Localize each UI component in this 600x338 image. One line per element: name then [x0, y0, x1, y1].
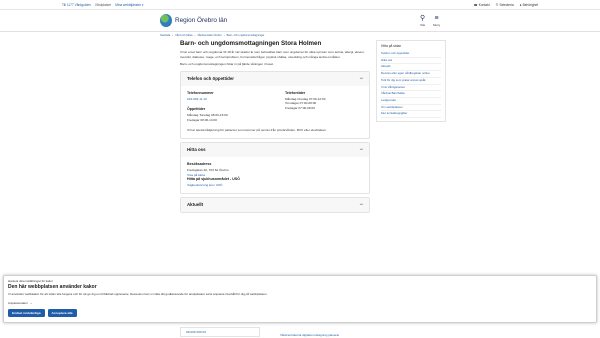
topbar-links: Till 1177 Vårdguiden Vårdplatser Mina we…	[62, 3, 144, 7]
list-icon: ☰	[495, 2, 499, 7]
cookie-heading: Den här webbplatsen använder kakor	[8, 284, 97, 290]
toc-item[interactable]: Om webbplatsen	[381, 105, 441, 112]
collapse-icon: −	[359, 201, 363, 208]
toc-item[interactable]: Vårdval Barnhälsa	[381, 91, 441, 98]
cookie-description: Vi använder webbkakor för att sidan ska …	[8, 292, 268, 296]
opening-hours-line: Fredagar 08:00-14:00	[187, 117, 217, 122]
toc-title: Hitta på sidan	[381, 44, 402, 48]
search-icon: ⚲	[420, 14, 426, 22]
topbar-link-vardplatser[interactable]: Vårdplatser	[95, 3, 111, 7]
necessary-only-button[interactable]: Endast nödvändiga	[8, 309, 45, 317]
customize-cookies-toggle[interactable]: Anpassa kakor ⌄	[8, 301, 592, 305]
phone-icon: ☎	[473, 2, 478, 7]
section-find-us: Hitta oss − Besöksadress Fredsgatan 40, …	[180, 141, 370, 194]
toc-item[interactable]: Tolk för dig som pratar annat språk	[381, 78, 441, 85]
site-header: Region Örebro län ⚲ Sök ≡ Meny	[0, 10, 600, 32]
accept-all-button[interactable]: Acceptera alla	[47, 309, 77, 317]
topbar-contact[interactable]: ☎ Kontakt	[474, 3, 490, 7]
section-header-find-us[interactable]: Hitta oss −	[181, 142, 369, 157]
phone-advice-note: Vi har telefonrådgivning för patienter s…	[187, 128, 327, 133]
cookie-actions: Endast nödvändiga Acceptera alla	[8, 309, 592, 317]
opening-hours-heading: Öppettider	[187, 107, 206, 112]
hospital-area-heading: Hitta på sjukhusområdet - USÖ	[187, 177, 240, 182]
toc-item[interactable]: Fler kontaktuppgifter	[381, 111, 441, 119]
visit-address-heading: Besöksadress	[187, 161, 212, 166]
section-news: Aktuellt −	[180, 196, 370, 213]
chevron-down-icon: ⌄	[29, 301, 33, 305]
logo-text: Region Örebro län	[175, 17, 228, 24]
breadcrumb-item[interactable]: Startsida	[160, 34, 170, 37]
intro-text: Vi tar emot barn och ungdomar till 18 år…	[180, 50, 365, 59]
directions-link[interactable]: Vägbeskrivning kom USÖ	[187, 183, 363, 188]
bottom-phone-link[interactable]: 08-000 000 00	[186, 330, 206, 334]
section-phone-hours: Telefon och öppettider − Telefonnummer 0…	[180, 70, 370, 139]
topbar-access[interactable]: ● Behörighet	[520, 3, 538, 7]
phone-number-link[interactable]: 019-602 11 10	[187, 97, 207, 101]
site-logo[interactable]: Region Örebro län	[160, 14, 227, 27]
hamburger-icon: ≡	[434, 14, 439, 22]
page-toc: Hitta på sidan Telefon och öppettider Hi…	[376, 40, 446, 123]
person-icon: ●	[519, 2, 522, 7]
collapse-icon: −	[359, 146, 363, 153]
main-content: Barn- och ungdomsmottagningen Stora Holm…	[180, 40, 370, 216]
breadcrumb-item[interactable]: Vårdcentraler Örebro	[197, 34, 221, 37]
toc-item[interactable]: Telefon och öppettider	[381, 51, 441, 58]
section-header-phone[interactable]: Telefon och öppettider −	[181, 71, 369, 86]
topbar-link-webbtjanster[interactable]: Mina webbtjänster ▾	[115, 3, 143, 7]
cookie-banner: Hantera dina inställningar för kakor Den…	[3, 275, 597, 323]
search-button[interactable]: ⚲ Sök	[420, 15, 425, 27]
page-title: Barn- och ungdomsmottagningen Stora Holm…	[180, 40, 322, 47]
breadcrumb: Startsida › Vård och hälsa › Vårdcentraler…	[160, 34, 265, 37]
phone-heading: Telefonnummer	[187, 90, 214, 95]
collapse-icon: −	[359, 75, 363, 82]
toc-item[interactable]: Remiss eller egen vårdbegäran online	[381, 71, 441, 78]
phone-hours-heading: Telefontider	[285, 90, 306, 95]
bottom-digital-link[interactable]: Vårdcentralerna digitala mottagning plan…	[280, 333, 339, 337]
toc-item[interactable]: Aktuellt	[381, 64, 441, 72]
section-body-phone: Telefonnummer 019-602 11 10 Öppettider M…	[181, 86, 369, 138]
menu-button[interactable]: ≡ Meny	[433, 15, 440, 27]
region-logo-icon	[160, 14, 172, 27]
topbar-link-1177[interactable]: Till 1177 Vårdguiden	[62, 3, 91, 7]
breadcrumb-item[interactable]: Vård och hälsa	[175, 34, 192, 37]
section-header-news[interactable]: Aktuellt −	[181, 197, 369, 212]
topbar-selecteria[interactable]: ☰ Selecteria	[496, 3, 514, 7]
section-body-find-us: Besöksadress Fredsgatan 40, 703 62 Örebr…	[181, 157, 369, 193]
phone-hours-line: Fredagar 07:00-08:00	[285, 105, 315, 110]
cookie-settings-link[interactable]: Hantera dina inställningar för kakor	[8, 279, 592, 283]
breadcrumb-item[interactable]: Barn- och ungdomsmottagningar	[227, 34, 265, 37]
toc-item[interactable]: Vi är Vårdgaranten	[381, 85, 441, 92]
toc-item[interactable]: Hitta oss	[381, 58, 441, 65]
top-utility-bar: Till 1177 Vårdguiden Vårdplatser Mina we…	[0, 0, 600, 10]
toc-item[interactable]: Lediga tider	[381, 98, 441, 105]
intro-text-2: Barn- och ungdomsmottagningen hittar ni …	[180, 62, 274, 67]
topbar-right: ☎ Kontakt ☰ Selecteria ● Behörighet	[474, 3, 538, 7]
header-actions: ⚲ Sök ≡ Meny	[420, 15, 440, 27]
